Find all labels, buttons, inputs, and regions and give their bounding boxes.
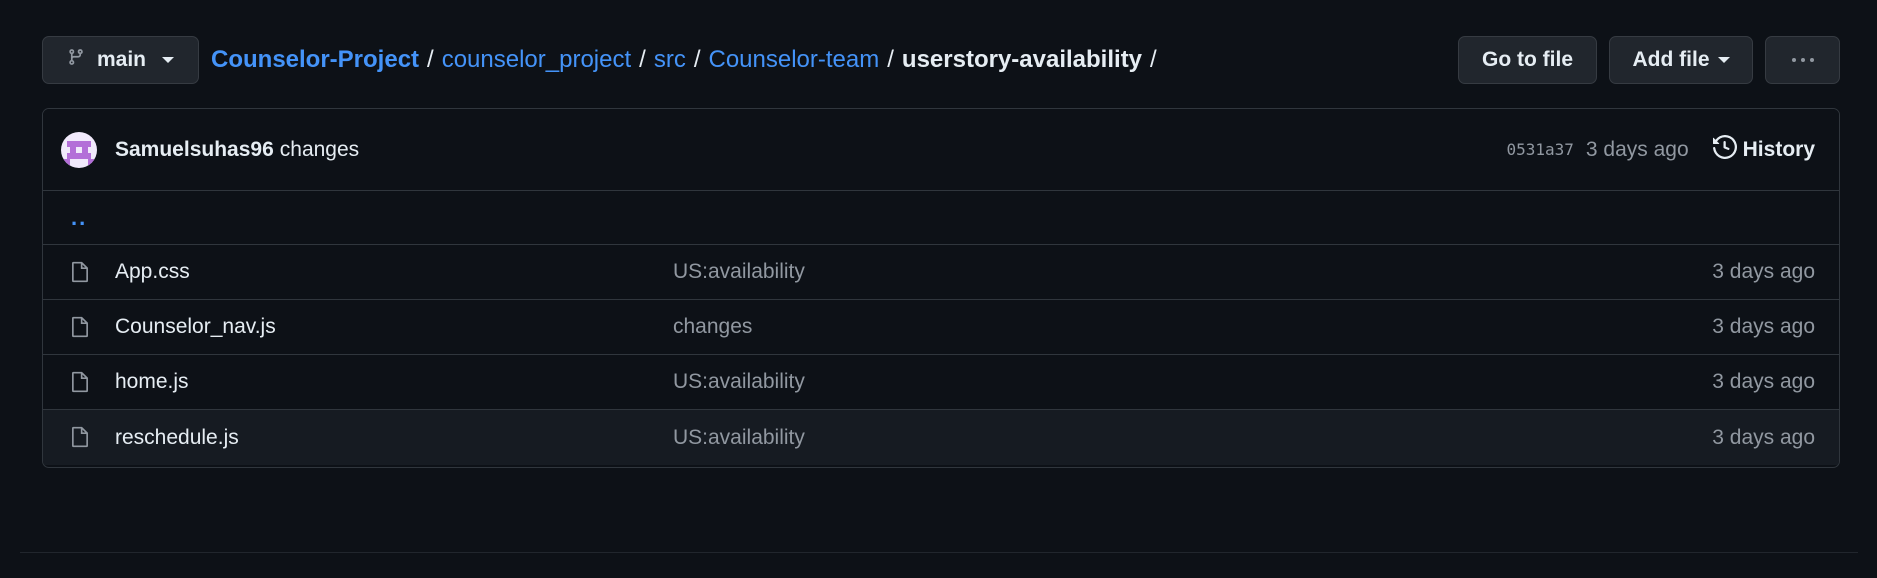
avatar[interactable] — [61, 131, 97, 168]
file-commit-age: 3 days ago — [1712, 370, 1815, 393]
file-icon — [71, 316, 89, 338]
file-icon — [71, 261, 89, 283]
file-tree-box: Samuelsuhas96 changes 0531a37 3 days ago… — [42, 108, 1840, 468]
commit-author-link[interactable]: Samuelsuhas96 — [115, 138, 274, 162]
breadcrumb-separator: / — [693, 46, 701, 73]
git-branch-icon — [67, 47, 85, 73]
repo-directory-page: main Counselor-Project / counselor_proje… — [0, 0, 1877, 578]
add-file-label: Add file — [1632, 48, 1710, 71]
file-icon — [71, 371, 89, 393]
commit-time: 3 days ago — [1585, 137, 1689, 161]
file-commit-message-link[interactable]: US:availability — [673, 260, 805, 284]
file-name-link[interactable]: home.js — [115, 370, 189, 394]
branch-name: main — [97, 48, 147, 71]
breadcrumb-link-src[interactable]: src — [654, 46, 686, 74]
add-file-button[interactable]: Add file — [1609, 36, 1753, 84]
breadcrumb-separator: / — [427, 46, 434, 73]
file-commit-message-link[interactable]: US:availability — [673, 426, 805, 450]
caret-down-icon — [1717, 57, 1730, 63]
breadcrumb-separator: / — [887, 46, 894, 73]
more-options-button[interactable] — [1765, 36, 1840, 84]
commit-sha-link[interactable]: 0531a37 — [1506, 140, 1573, 159]
go-to-file-button[interactable]: Go to file — [1458, 36, 1597, 84]
file-row[interactable]: App.css US:availability 3 days ago — [43, 245, 1839, 300]
breadcrumb: Counselor-Project / counselor_project / … — [211, 46, 1165, 74]
file-row[interactable]: Counselor_nav.js changes 3 days ago — [43, 300, 1839, 355]
breadcrumb-separator: / — [639, 46, 646, 73]
history-button[interactable]: History — [1712, 134, 1815, 165]
history-label: History — [1742, 137, 1815, 161]
breadcrumb-repo-link[interactable]: Counselor-Project — [211, 46, 419, 74]
breadcrumb-link-counselor-project[interactable]: counselor_project — [442, 46, 631, 74]
go-to-file-label: Go to file — [1482, 48, 1573, 71]
parent-directory-row[interactable]: .. — [43, 191, 1839, 245]
parent-directory-link[interactable]: .. — [71, 205, 87, 231]
file-name-link[interactable]: Counselor_nav.js — [115, 315, 276, 339]
file-commit-age: 3 days ago — [1712, 315, 1815, 338]
breadcrumb-link-counselor-team[interactable]: Counselor-team — [709, 46, 880, 74]
footer-divider — [20, 552, 1858, 553]
file-commit-age: 3 days ago — [1712, 425, 1815, 449]
file-name-link[interactable]: reschedule.js — [115, 426, 239, 450]
branch-selector-button[interactable]: main — [42, 36, 199, 84]
breadcrumb-separator: / — [1150, 46, 1157, 73]
latest-commit-row: Samuelsuhas96 changes 0531a37 3 days ago… — [43, 109, 1839, 191]
commit-message-link[interactable]: changes — [280, 138, 359, 162]
file-actions: Go to file Add file — [1458, 36, 1840, 84]
file-commit-message-link[interactable]: US:availability — [673, 370, 805, 394]
kebab-horizontal-icon — [1791, 58, 1814, 62]
history-icon — [1712, 134, 1737, 165]
caret-down-icon — [162, 57, 175, 63]
file-commit-age: 3 days ago — [1712, 260, 1815, 283]
file-navigation-bar: main Counselor-Project / counselor_proje… — [42, 36, 1840, 84]
breadcrumb-current-folder: userstory-availability — [901, 46, 1143, 73]
commit-meta: 0531a37 3 days ago History — [1506, 134, 1815, 165]
file-icon — [71, 426, 89, 448]
file-row[interactable]: reschedule.js US:availability 3 days ago — [43, 410, 1839, 465]
file-row[interactable]: home.js US:availability 3 days ago — [43, 355, 1839, 410]
file-commit-message-link[interactable]: changes — [673, 315, 752, 339]
file-name-link[interactable]: App.css — [115, 260, 190, 284]
